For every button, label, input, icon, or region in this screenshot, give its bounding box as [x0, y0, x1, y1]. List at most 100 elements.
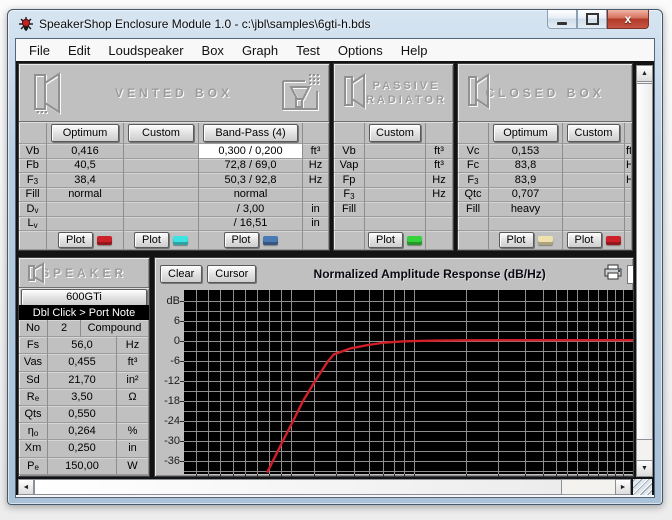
- close-button[interactable]: x: [607, 10, 649, 29]
- title-bar[interactable]: SpeakerShop Enclosure Module 1.0 - c:\jb…: [8, 10, 662, 38]
- value-cell-optimum[interactable]: [489, 217, 563, 232]
- vertical-scrollbar[interactable]: ▲ ▼: [636, 65, 653, 477]
- menu-item-graph[interactable]: Graph: [233, 41, 287, 60]
- vertical-scroll-thumb[interactable]: [636, 83, 653, 440]
- column-button-custom[interactable]: Custom: [567, 124, 620, 142]
- y-tick-label: dB: [157, 295, 180, 307]
- param-value-cell[interactable]: 150,00: [48, 458, 117, 475]
- plot-button[interactable]: Plot: [499, 232, 534, 248]
- plot-color-swatch: [538, 236, 553, 245]
- plot-button[interactable]: Plot: [134, 232, 169, 248]
- y-tick-label: -18: [157, 395, 180, 407]
- value-cell-optimum[interactable]: [47, 202, 124, 217]
- value-cell-custom[interactable]: [563, 188, 625, 203]
- plot-row-unit: [426, 231, 453, 250]
- scroll-up-button[interactable]: ▲: [636, 65, 653, 82]
- param-value-cell[interactable]: 0,455: [48, 354, 117, 371]
- value-cell-bandpass[interactable]: 72,8 / 69,0: [199, 159, 303, 174]
- horizontal-scrollbar[interactable]: ◄ ►: [18, 479, 631, 495]
- menu-item-edit[interactable]: Edit: [59, 41, 99, 60]
- speaker-model-button[interactable]: 600GTi: [21, 289, 147, 306]
- value-cell-custom[interactable]: [563, 202, 625, 217]
- driver-mode-cell[interactable]: Compound: [81, 320, 149, 337]
- plot-button[interactable]: Plot: [224, 232, 259, 248]
- param-value-cell[interactable]: 3,50: [48, 389, 117, 406]
- value-cell-bandpass[interactable]: 0,300 / 0,200: [199, 144, 303, 159]
- column-button-bandpass[interactable]: Band-Pass (4): [203, 124, 298, 142]
- value-cell-value[interactable]: [365, 217, 426, 232]
- clear-button[interactable]: Clear: [160, 265, 202, 283]
- horizontal-scroll-thumb[interactable]: [34, 479, 562, 495]
- value-cell-bandpass[interactable]: normal: [199, 188, 303, 203]
- menu-item-box[interactable]: Box: [193, 41, 233, 60]
- plot-button[interactable]: Plot: [58, 232, 93, 248]
- resize-grip[interactable]: [633, 479, 652, 495]
- value-cell-optimum[interactable]: [47, 217, 124, 232]
- row-label-subscript: v: [34, 221, 38, 230]
- scroll-down-button[interactable]: ▼: [636, 460, 653, 477]
- column-button-optimum[interactable]: Optimum: [51, 124, 119, 142]
- row-label: Dv: [19, 202, 47, 217]
- value-cell-optimum[interactable]: 0,707: [489, 188, 563, 203]
- value-cell-custom[interactable]: [563, 173, 625, 188]
- cursor-button[interactable]: Cursor: [207, 265, 256, 283]
- value-cell-custom[interactable]: [563, 159, 625, 174]
- menu-item-test[interactable]: Test: [287, 41, 329, 60]
- response-plot: [184, 290, 633, 474]
- column-button-custom[interactable]: Custom: [128, 124, 194, 142]
- value-cell-bandpass[interactable]: / 16,51: [199, 217, 303, 232]
- plot-button[interactable]: Plot: [567, 232, 602, 248]
- value-cell-optimum[interactable]: 38,4: [47, 173, 124, 188]
- value-cell-custom[interactable]: [124, 188, 199, 203]
- column-button-value[interactable]: Custom: [369, 124, 421, 142]
- scroll-left-button[interactable]: ◄: [18, 479, 34, 495]
- column-button-optimum[interactable]: Optimum: [493, 124, 558, 142]
- value-cell-optimum[interactable]: 0,153: [489, 144, 563, 159]
- value-cell-bandpass[interactable]: / 3,00: [199, 202, 303, 217]
- param-value-cell[interactable]: 21,70: [48, 372, 117, 389]
- value-cell-value[interactable]: [365, 173, 426, 188]
- value-cell-optimum[interactable]: 83,8: [489, 159, 563, 174]
- value-cell-custom[interactable]: [124, 144, 199, 159]
- minimize-button[interactable]: [547, 10, 577, 29]
- port-note-bar[interactable]: Dbl Click > Port Note: [19, 305, 149, 320]
- value-cell-value[interactable]: [365, 159, 426, 174]
- passive-radiator-table: CustomVbft³Vapft³FpHzF3HzFillPlot: [334, 122, 453, 250]
- param-value-cell[interactable]: 0,250: [48, 440, 117, 457]
- value-cell-value[interactable]: [365, 188, 426, 203]
- value-cell-value[interactable]: [365, 202, 426, 217]
- scroll-right-button[interactable]: ►: [615, 479, 631, 495]
- value-cell-optimum[interactable]: 40,5: [47, 159, 124, 174]
- value-cell-custom[interactable]: [124, 202, 199, 217]
- value-cell-custom[interactable]: [124, 173, 199, 188]
- value-cell-custom[interactable]: [124, 159, 199, 174]
- driver-count-cell[interactable]: 2: [48, 320, 81, 337]
- unit-cell: [426, 217, 453, 232]
- value-cell-custom[interactable]: [124, 217, 199, 232]
- row-label: F3: [19, 173, 47, 188]
- param-value-cell[interactable]: 0,550: [48, 406, 117, 423]
- x-tick-mark: [220, 474, 221, 477]
- value-cell-custom[interactable]: [563, 144, 625, 159]
- menu-item-loudspeaker[interactable]: Loudspeaker: [99, 41, 192, 60]
- maximize-button[interactable]: [577, 10, 607, 29]
- value-cell-value[interactable]: [365, 144, 426, 159]
- menu-item-file[interactable]: File: [20, 41, 59, 60]
- value-cell-custom[interactable]: [563, 217, 625, 232]
- menu-item-options[interactable]: Options: [329, 41, 392, 60]
- menu-item-help[interactable]: Help: [392, 41, 437, 60]
- value-cell-bandpass[interactable]: 50,3 / 92,8: [199, 173, 303, 188]
- speaker-driver-icon: [27, 71, 75, 115]
- plot-color-swatch: [606, 236, 621, 245]
- unit-header-cell: [426, 122, 453, 144]
- x-tick-mark: [615, 474, 616, 477]
- value-cell-optimum[interactable]: 0,416: [47, 144, 124, 159]
- value-cell-optimum[interactable]: normal: [47, 188, 124, 203]
- value-cell-optimum[interactable]: 83,9: [489, 173, 563, 188]
- param-value-cell[interactable]: 0,264: [48, 423, 117, 440]
- value-cell-optimum[interactable]: heavy: [489, 202, 563, 217]
- param-value-cell[interactable]: 56,0: [48, 337, 117, 354]
- clipped-button[interactable]: [627, 265, 633, 284]
- printer-icon[interactable]: [603, 264, 625, 285]
- plot-button[interactable]: Plot: [368, 232, 403, 248]
